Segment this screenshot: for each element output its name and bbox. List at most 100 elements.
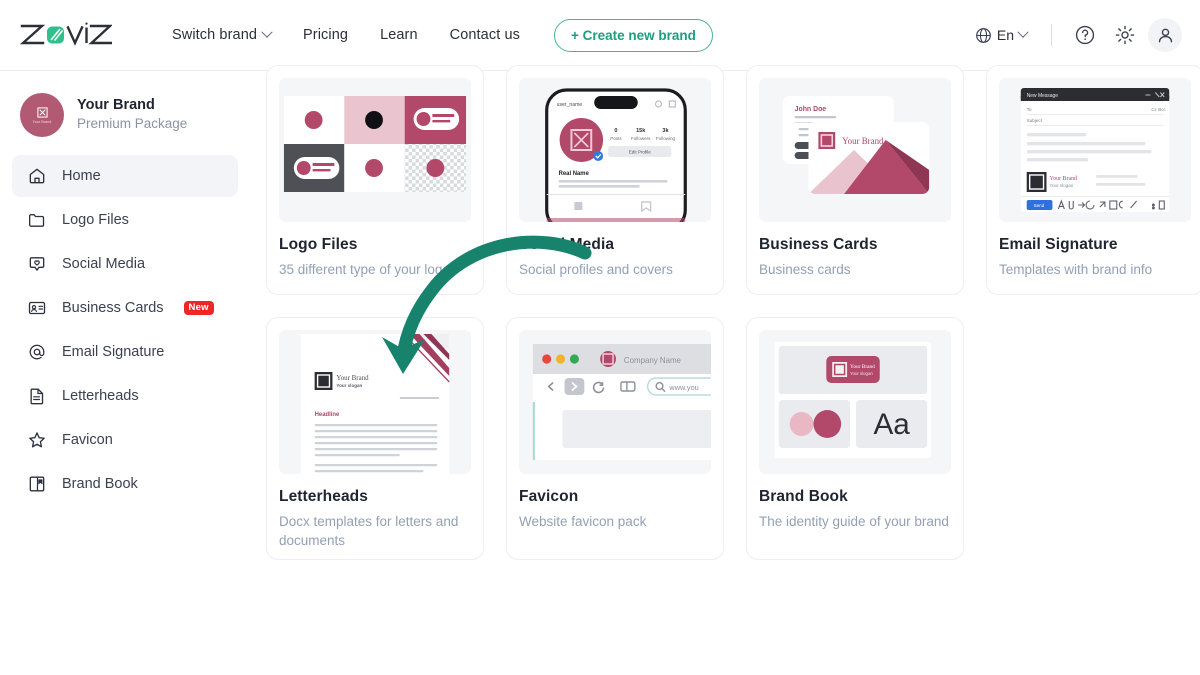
svg-text:Cc Bcc: Cc Bcc <box>1151 107 1166 112</box>
main-nav: Switch brand Pricing Learn Contact us + … <box>156 18 713 52</box>
brand-monogram-icon <box>36 106 48 118</box>
card-logo-files[interactable]: Logo Files 35 different type of your log… <box>266 65 484 295</box>
card-description: The identity guide of your brand <box>759 514 949 529</box>
nav-item-switch-brand[interactable]: Switch brand <box>156 19 287 51</box>
zoviz-logo-mark <box>20 22 112 46</box>
svg-text:To: To <box>1027 107 1032 112</box>
sidebar-item-label: Social Media <box>62 256 146 272</box>
svg-text:Your Brand: Your Brand <box>1049 176 1077 182</box>
user-account-button[interactable] <box>1148 18 1182 52</box>
svg-text:Send: Send <box>1034 203 1045 208</box>
svg-text:Your Brand: Your Brand <box>842 136 884 146</box>
language-selector[interactable]: En <box>967 21 1035 50</box>
svg-text:15k: 15k <box>636 128 646 134</box>
nav-item-label: Learn <box>380 27 418 43</box>
star-icon <box>26 430 47 451</box>
help-button[interactable] <box>1068 18 1102 52</box>
svg-text:Your Brand: Your Brand <box>850 364 875 370</box>
nav-item-label: Switch brand <box>172 27 258 43</box>
card-letterheads[interactable]: Your Brand Your slogan Headline Letterhe… <box>266 317 484 560</box>
card-title: Business Cards <box>759 236 878 253</box>
document-icon <box>26 386 47 407</box>
card-description: Docx templates for letters and documents <box>279 514 459 549</box>
svg-text:New Message: New Message <box>1027 93 1059 99</box>
sidebar-item-email-signature[interactable]: Email Signature <box>12 331 238 373</box>
nav-item-pricing[interactable]: Pricing <box>287 19 364 51</box>
card-brand-book[interactable]: Your Brand Your slogan Aa Brand Book The… <box>746 317 964 560</box>
main-content: Logo Files 35 different type of your log… <box>250 65 1200 675</box>
svg-text:Your slogan: Your slogan <box>1049 183 1073 188</box>
brand-avatar-label: Your Brand <box>32 119 52 124</box>
sidebar-item-label: Favicon <box>62 432 113 448</box>
gear-icon <box>1115 25 1135 45</box>
sidebar-item-label: Business Cards <box>62 300 164 316</box>
card-favicon[interactable]: Company Name www.you Favicon Website fav… <box>506 317 724 560</box>
svg-text:Real Name: Real Name <box>559 171 590 177</box>
brand-text-block: Your Brand Premium Package <box>77 96 187 134</box>
card-title: Letterheads <box>279 488 368 505</box>
sidebar-item-favicon[interactable]: Favicon <box>12 419 238 461</box>
id-card-icon <box>26 298 47 319</box>
svg-text:Following: Following <box>656 136 676 141</box>
svg-text:3k: 3k <box>662 128 669 134</box>
svg-text:Your slogan: Your slogan <box>336 383 362 388</box>
svg-text:Your slogan: Your slogan <box>850 371 873 376</box>
email-window-thumbnail: New Message To Cc Bcc Subject Your Brand… <box>999 78 1191 222</box>
card-email-signature[interactable]: New Message To Cc Bcc Subject Your Brand… <box>986 65 1200 295</box>
card-description: Website favicon pack <box>519 514 647 529</box>
book-icon <box>26 474 47 495</box>
chevron-down-icon <box>261 26 273 38</box>
sidebar-item-home[interactable]: Home <box>12 155 238 197</box>
at-sign-icon <box>26 342 47 363</box>
card-social-media[interactable]: user_name 0 Posts 15k Followers 3k Follo… <box>506 65 724 295</box>
svg-text:user_name: user_name <box>557 102 583 108</box>
svg-text:Posts: Posts <box>610 136 622 141</box>
svg-text:Subject: Subject <box>1027 118 1043 123</box>
svg-text:John Doe: John Doe <box>795 106 827 113</box>
status-badge-new: New <box>183 300 214 316</box>
chevron-down-icon <box>1017 26 1029 38</box>
svg-text:Your Brand: Your Brand <box>336 374 369 382</box>
card-title: Logo Files <box>279 236 358 253</box>
nav-item-contact-us[interactable]: Contact us <box>434 19 536 51</box>
brand-summary[interactable]: Your Brand Your Brand Premium Package <box>12 87 238 137</box>
svg-text:0: 0 <box>614 128 617 134</box>
card-title: Social Media <box>519 236 615 253</box>
card-description: Social profiles and covers <box>519 262 673 277</box>
sidebar-item-label: Letterheads <box>62 388 139 404</box>
sidebar-item-business-cards[interactable]: Business Cards New <box>12 287 238 329</box>
user-avatar-icon <box>1158 28 1172 42</box>
create-new-brand-button[interactable]: + Create new brand <box>553 18 713 52</box>
nav-item-learn[interactable]: Learn <box>364 19 434 51</box>
business-cards-thumbnail: John Doe Your Brand <box>759 78 951 222</box>
svg-text:Company Name: Company Name <box>624 356 682 365</box>
folder-icon <box>26 210 47 231</box>
header-actions: En <box>967 18 1182 52</box>
svg-text:Aa: Aa <box>873 408 910 441</box>
sidebar-item-letterheads[interactable]: Letterheads <box>12 375 238 417</box>
settings-button[interactable] <box>1108 18 1142 52</box>
sidebar-item-brand-book[interactable]: Brand Book <box>12 463 238 505</box>
help-circle-icon <box>1075 25 1095 45</box>
nav-item-label: Pricing <box>303 27 349 43</box>
card-business-cards[interactable]: John Doe Your Brand Business Cards Busin… <box>746 65 964 295</box>
sidebar-item-logo-files[interactable]: Logo Files <box>12 199 238 241</box>
card-title: Email Signature <box>999 236 1118 253</box>
svg-text:Edit Profile: Edit Profile <box>629 149 651 154</box>
browser-window-thumbnail: Company Name www.you <box>519 330 711 474</box>
card-title: Favicon <box>519 488 579 505</box>
brand-avatar: Your Brand <box>20 93 64 137</box>
sidebar-item-label: Home <box>62 168 101 184</box>
sidebar-nav: Home Logo Files Social Media Business Ca… <box>12 155 238 505</box>
sidebar-item-label: Email Signature <box>62 344 165 360</box>
svg-text:Followers: Followers <box>631 136 651 141</box>
brand-package: Premium Package <box>77 116 188 132</box>
brand-book-thumbnail: Your Brand Your slogan Aa <box>759 330 951 474</box>
header-divider <box>1051 24 1052 46</box>
sidebar-item-social-media[interactable]: Social Media <box>12 243 238 285</box>
globe-icon <box>975 27 991 43</box>
brand-name: Your Brand <box>77 96 155 113</box>
nav-item-label: Contact us <box>449 27 520 43</box>
zoviz-logo[interactable] <box>20 22 112 48</box>
sidebar: Your Brand Your Brand Premium Package Ho… <box>0 71 250 675</box>
